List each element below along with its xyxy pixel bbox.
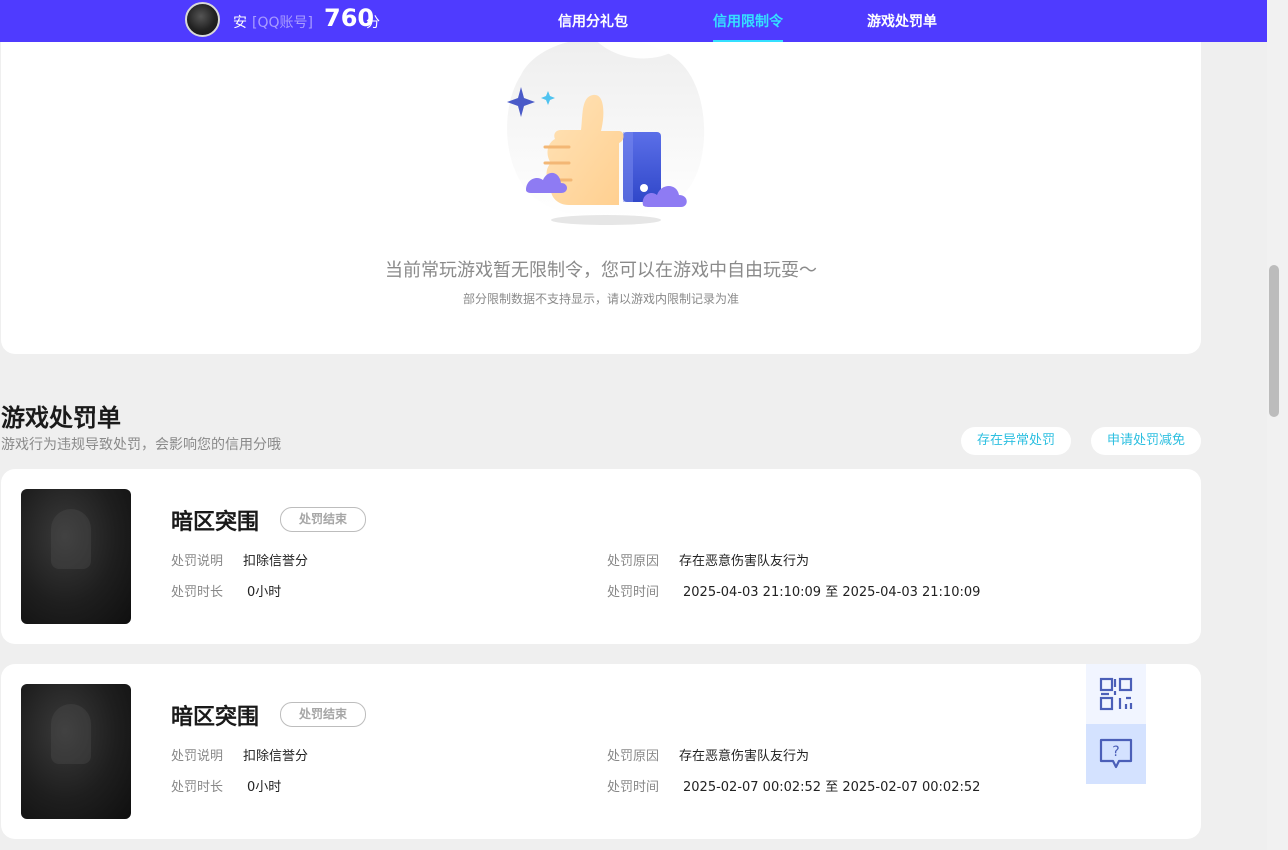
penalty-desc-label: 处罚说明: [171, 749, 224, 764]
penalty-card: 暗区突围 处罚结束 处罚说明 扣除信誉分 处罚原因 存在恶意伤害队友行为 处罚时…: [1, 664, 1201, 839]
penalty-time-value: 2025-02-07 00:02:52 至 2025-02-07 00:02:5…: [683, 780, 981, 795]
penalty-reason-label: 处罚原因: [607, 554, 660, 569]
penalty-card: 暗区突围 处罚结束 处罚说明 扣除信誉分 处罚原因 存在恶意伤害队友行为 处罚时…: [1, 469, 1201, 644]
penalty-desc-value: 扣除信誉分: [243, 749, 309, 764]
floating-toolbar: ?: [1086, 664, 1146, 784]
svg-text:?: ?: [1112, 744, 1119, 760]
empty-state-subtitle: 部分限制数据不支持显示，请以游戏内限制记录为准: [462, 292, 739, 306]
penalty-time-value: 2025-04-03 21:10:09 至 2025-04-03 21:10:0…: [683, 585, 981, 600]
game-name: 暗区突围: [171, 705, 260, 730]
scrollbar-track[interactable]: [1267, 0, 1288, 850]
penalty-reason-value: 存在恶意伤害队友行为: [679, 749, 810, 764]
penalty-duration-value: 0小时: [247, 585, 282, 600]
game-cover-image: [21, 489, 131, 624]
section-title: 游戏处罚单: [1, 404, 121, 432]
qr-code-button[interactable]: [1086, 664, 1146, 724]
section-description: 游戏行为违规导致处罚，会影响您的信用分哦: [1, 437, 281, 453]
active-tab-indicator: [713, 40, 783, 42]
score-unit: 分: [366, 15, 380, 31]
user-name: 安: [233, 15, 247, 31]
penalty-reason-value: 存在恶意伤害队友行为: [679, 554, 810, 569]
game-cover-image: [21, 684, 131, 819]
penalty-duration-label: 处罚时长: [171, 780, 224, 795]
avatar[interactable]: [185, 2, 220, 37]
penalty-time-label: 处罚时间: [607, 585, 660, 600]
nav-game-penalty[interactable]: 游戏处罚单: [867, 11, 937, 31]
status-badge: 处罚结束: [280, 507, 366, 532]
nav-credit-restriction[interactable]: 信用限制令: [713, 11, 783, 31]
penalty-desc-label: 处罚说明: [171, 554, 224, 569]
penalty-duration-label: 处罚时长: [171, 585, 224, 600]
thumbs-up-illustration: [507, 35, 705, 225]
qr-code-icon: [1099, 677, 1133, 711]
scrollbar-thumb[interactable]: [1269, 265, 1279, 417]
penalty-duration-value: 0小时: [247, 780, 282, 795]
restriction-card: 当前常玩游戏暂无限制令，您可以在游戏中自由玩耍～ 部分限制数据不支持显示，请以游…: [1, 0, 1201, 354]
help-button[interactable]: ?: [1086, 724, 1146, 784]
empty-state-title: 当前常玩游戏暂无限制令，您可以在游戏中自由玩耍～: [385, 260, 817, 281]
abnormal-penalty-button[interactable]: 存在异常处罚: [961, 427, 1071, 455]
nav-credit-gift[interactable]: 信用分礼包: [558, 11, 628, 31]
apply-reduction-button[interactable]: 申请处罚减免: [1091, 427, 1201, 455]
penalty-desc-value: 扣除信誉分: [243, 554, 309, 569]
top-nav-bar: 安 [QQ账号] 760 分 信用分礼包 信用限制令 游戏处罚单: [0, 0, 1267, 42]
account-type: [QQ账号]: [252, 15, 313, 31]
help-chat-icon: ?: [1099, 738, 1133, 769]
status-badge: 处罚结束: [280, 702, 366, 727]
game-name: 暗区突围: [171, 510, 260, 535]
penalty-time-label: 处罚时间: [607, 780, 660, 795]
penalty-reason-label: 处罚原因: [607, 749, 660, 764]
